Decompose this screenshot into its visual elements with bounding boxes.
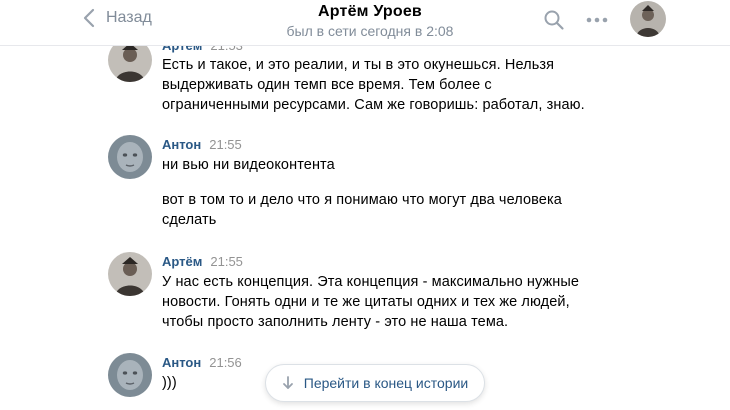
- message-line: вот в том то и дело что я понимаю что мо…: [162, 192, 562, 208]
- message-group: Антон 21:55 ни вью ни видеоконтента вот в…: [108, 135, 588, 237]
- back-label: Назад: [106, 9, 152, 26]
- chevron-left-icon: [83, 8, 95, 28]
- chat-header: Назад Артём Уроев был в сети сегодня в 2…: [0, 0, 730, 46]
- last-seen-status: был в сети сегодня в 2:08: [286, 23, 454, 39]
- message-text: У нас есть концепция. Эта концепция - ма…: [162, 272, 592, 332]
- message-line: сделать: [162, 212, 217, 228]
- more-icon: [586, 17, 608, 23]
- search-button[interactable]: [542, 8, 566, 32]
- message-time: 21:56: [209, 355, 242, 370]
- avatar-photo: [108, 135, 152, 179]
- message-group: Артём 21:55 У нас есть концепция. Эта кон…: [108, 252, 588, 344]
- jump-to-end-button[interactable]: Перейти в конец истории: [265, 364, 485, 402]
- avatar-photo: [630, 1, 666, 37]
- message-group: Артём21:53 Есть и такое, и это реалии, и…: [108, 38, 588, 128]
- message-time: 21:55: [210, 254, 243, 269]
- more-button[interactable]: [585, 8, 609, 32]
- search-icon: [544, 10, 564, 30]
- conversation-title[interactable]: Артём Уроев был в сети сегодня в 2:08: [210, 3, 530, 39]
- message-line: новости. Гонять одни и те же цитаты одни…: [162, 294, 570, 310]
- message-line: чтобы просто заполнить ленту - это не на…: [162, 314, 509, 330]
- message-text: Есть и такое, и это реалии, и ты в это о…: [162, 55, 592, 115]
- avatar-photo: [108, 353, 152, 397]
- back-button[interactable]: Назад: [82, 6, 152, 30]
- jump-to-end-label: Перейти в конец истории: [303, 375, 469, 391]
- message-meta: Артём 21:55: [162, 254, 243, 269]
- contact-avatar[interactable]: [630, 1, 666, 37]
- message-meta: Антон 21:55: [162, 137, 242, 152]
- message-meta: Антон 21:56: [162, 355, 242, 370]
- message-line: Есть и такое, и это реалии, и ты в это о…: [162, 57, 555, 73]
- message-line: У нас есть концепция. Эта концепция - ма…: [162, 274, 580, 290]
- message-time: 21:55: [209, 137, 242, 152]
- avatar-photo: [108, 252, 152, 296]
- author-name[interactable]: Артём: [162, 254, 202, 269]
- avatar[interactable]: [108, 353, 152, 397]
- arrow-down-icon: [282, 376, 293, 389]
- message-line: выдерживать один темп все время. Тем бол…: [162, 77, 492, 93]
- message-text: ни вью ни видеоконтента: [162, 157, 335, 173]
- avatar[interactable]: [108, 135, 152, 179]
- author-name[interactable]: Антон: [162, 355, 201, 370]
- message-text: вот в том то и дело что я понимаю что мо…: [162, 190, 592, 230]
- message-line: ограниченными ресурсами. Сам же говоришь…: [162, 97, 585, 113]
- author-name[interactable]: Антон: [162, 137, 201, 152]
- contact-name: Артём Уроев: [318, 3, 422, 20]
- avatar[interactable]: [108, 252, 152, 296]
